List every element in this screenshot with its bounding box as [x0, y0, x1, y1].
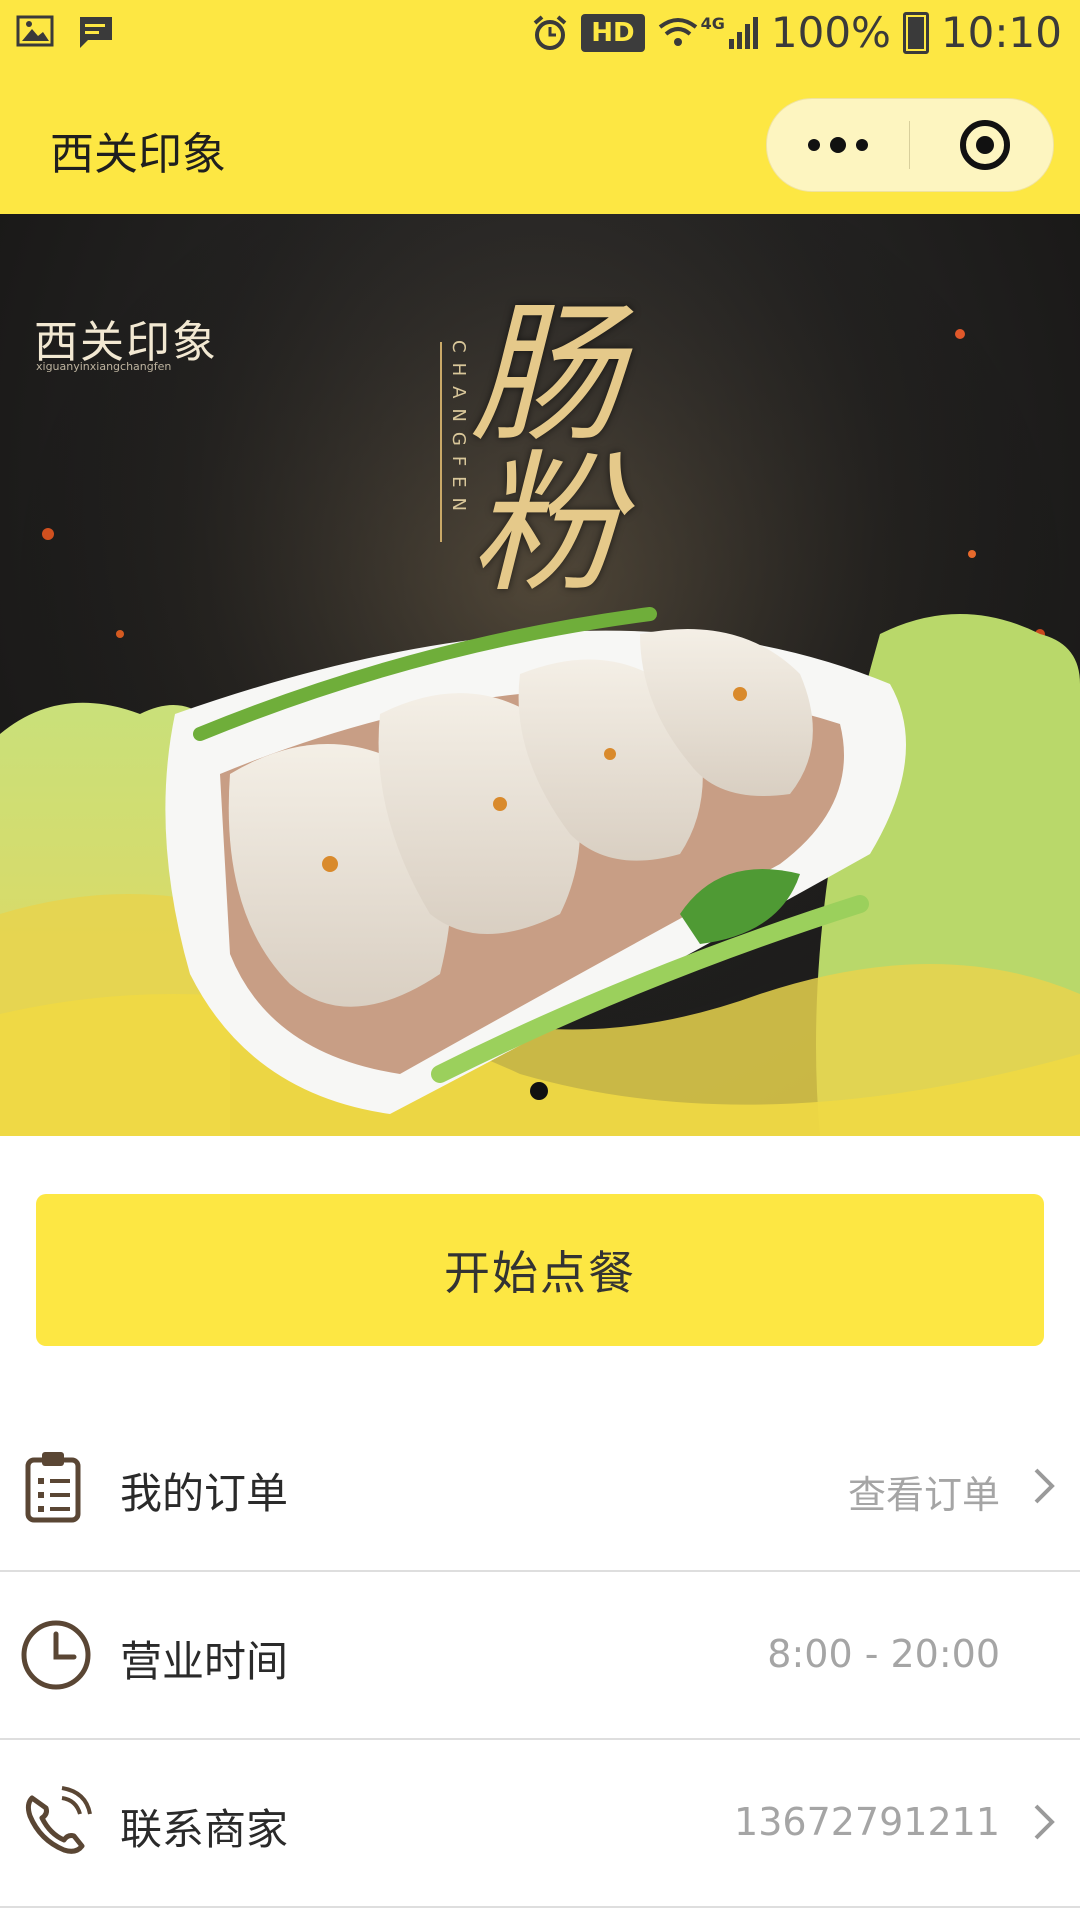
contact-merchant-row[interactable]: 联系商家 13672791211 — [0, 1740, 1080, 1908]
system-indicators: HD 4G 100% 10:10 — [531, 8, 1062, 57]
my-orders-label: 我的订单 — [120, 1469, 289, 1518]
chevron-right-icon — [1034, 1468, 1055, 1504]
hd-badge: HD — [581, 13, 645, 52]
merchant-phone-number[interactable]: 13672791211 — [734, 1800, 1000, 1844]
clock-icon — [21, 1620, 91, 1690]
business-hours-label: 营业时间 — [120, 1637, 289, 1686]
status-bar: HD 4G 100% 10:10 — [0, 0, 1080, 74]
notification-icons — [16, 14, 116, 52]
more-dot-icon — [856, 139, 868, 151]
message-icon — [79, 17, 112, 48]
business-hours-row: 营业时间 8:00 - 20:00 — [0, 1572, 1080, 1740]
start-order-button[interactable]: 开始点餐 — [36, 1194, 1044, 1346]
battery-icon — [902, 11, 929, 54]
signal-icon — [728, 16, 758, 49]
business-hours-value: 8:00 - 20:00 — [767, 1632, 1000, 1676]
nav-bar: 西关印象 — [0, 74, 1080, 214]
contact-merchant-label: 联系商家 — [120, 1805, 289, 1854]
banner-dish-title: 肠粉 — [470, 286, 622, 613]
view-orders-link[interactable]: 查看订单 — [848, 1464, 1000, 1519]
clock: 10:10 — [940, 8, 1062, 57]
more-dot-icon — [808, 139, 820, 151]
promo-banner[interactable]: 西关印象 xiguanyinxiangchangfen CHANGFEN 肠粉 — [0, 214, 1080, 1136]
mini-program-capsule — [766, 98, 1054, 192]
phone-icon — [25, 1786, 92, 1854]
capsule-divider — [909, 121, 910, 169]
wifi-icon — [658, 17, 697, 46]
more-dot-icon — [830, 137, 846, 153]
banner-dish-pinyin: CHANGFEN — [448, 340, 469, 522]
clipboard-icon — [25, 1452, 81, 1523]
more-options-button[interactable] — [767, 99, 909, 191]
network-type: 4G — [700, 14, 725, 33]
close-mini-program-icon[interactable] — [957, 117, 1013, 173]
page-title: 西关印象 — [50, 129, 226, 180]
banner-brand-pinyin: xiguanyinxiangchangfen — [36, 360, 172, 373]
banner-divider — [440, 342, 442, 542]
alarm-icon — [533, 14, 567, 50]
gallery-icon — [16, 15, 54, 47]
carousel-indicator-dot[interactable] — [530, 1082, 548, 1100]
my-orders-row[interactable]: 我的订单 查看订单 — [0, 1404, 1080, 1572]
battery-percent: 100% — [770, 8, 891, 57]
chevron-right-icon — [1034, 1804, 1055, 1840]
